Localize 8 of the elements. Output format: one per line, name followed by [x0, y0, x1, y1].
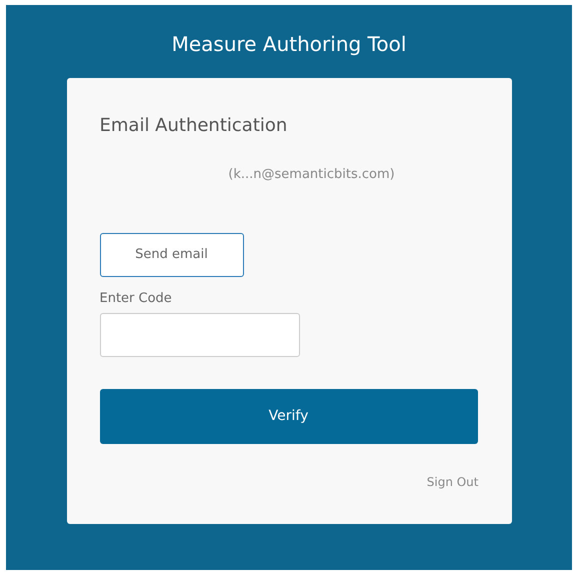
- code-input-field[interactable]: [100, 313, 300, 357]
- sign-out-link[interactable]: Sign Out: [426, 474, 478, 490]
- app-title: Measure Authoring Tool: [172, 31, 406, 58]
- card-heading: Email Authentication: [100, 115, 288, 137]
- send-email-button[interactable]: Send email: [100, 233, 244, 277]
- code-label: Enter Code: [100, 291, 172, 307]
- email-address: (k...n@semanticbits.com): [228, 167, 395, 183]
- verify-button[interactable]: Verify: [100, 389, 478, 444]
